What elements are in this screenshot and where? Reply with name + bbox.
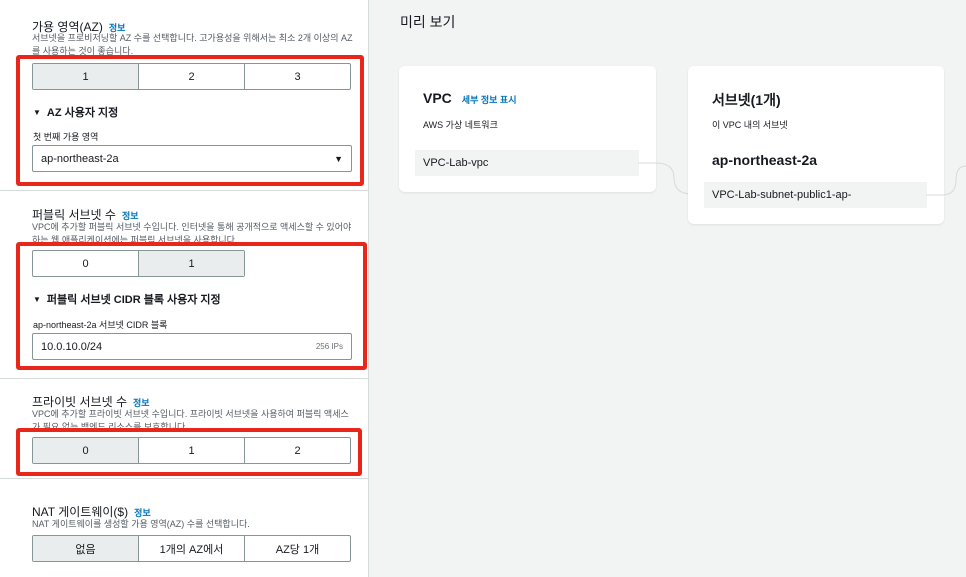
cidr-value: 10.0.10.0/24 <box>41 340 103 353</box>
az-custom-label: AZ 사용자 지정 <box>46 107 119 119</box>
caret-down-icon: ▼ <box>33 294 41 304</box>
preview-title: 미리 보기 <box>400 14 456 30</box>
private-option-1[interactable]: 1 <box>139 438 245 463</box>
az-count-segmented: 1 2 3 <box>32 63 351 90</box>
subnet-az-name: ap-northeast-2a <box>712 152 818 168</box>
nat-option-none[interactable]: 없음 <box>33 536 139 561</box>
public-description: VPC에 추가할 퍼블릭 서브넷 수입니다. 인터넷을 통해 공개적으로 액세스… <box>32 222 352 242</box>
public-cidr-expander[interactable]: ▼ 퍼블릭 서브넷 CIDR 블록 사용자 지정 <box>33 291 221 307</box>
az-section: 가용 영역(AZ) 정보 서브넷을 프로비저닝할 AZ 수를 선택합니다. 고가용… <box>0 0 368 191</box>
subnet-card: 서브넷(1개) 이 VPC 내의 서브넷 ap-northeast-2a VPC… <box>688 66 944 224</box>
first-az-value: ap-northeast-2a <box>41 152 119 165</box>
vpc-details-link[interactable]: 세부 정보 표시 <box>462 95 517 105</box>
subnet-card-subtitle: 이 VPC 내의 서브넷 <box>712 120 788 130</box>
az-description: 서브넷을 프로비저닝할 AZ 수를 선택합니다. 고가용성을 위해서는 최소 2… <box>32 33 353 56</box>
vpc-title-text: VPC <box>423 90 452 106</box>
public-info-link[interactable]: 정보 <box>122 211 139 221</box>
nat-description: NAT 게이트웨이를 생성할 가용 영역(AZ) 수를 선택합니다. <box>32 519 250 529</box>
public-subnet-section: 퍼블릭 서브넷 수 정보 VPC에 추가할 퍼블릭 서브넷 수입니다. 인터넷을 … <box>0 191 368 379</box>
nat-option-one-az[interactable]: 1개의 AZ에서 <box>139 536 245 561</box>
subnet-card-title: 서브넷(1개) <box>712 92 781 108</box>
private-option-2[interactable]: 2 <box>245 438 350 463</box>
private-info-link[interactable]: 정보 <box>133 398 150 408</box>
cidr-ip-count: 256 IPs <box>315 342 343 351</box>
private-count-segmented: 0 1 2 <box>32 437 351 464</box>
public-option-1[interactable]: 1 <box>139 251 244 276</box>
az-option-3[interactable]: 3 <box>245 64 350 89</box>
caret-down-icon: ▼ <box>33 107 41 117</box>
public-title-text: 퍼블릭 서브넷 수 <box>32 208 116 222</box>
subnet-route-connector <box>926 165 966 196</box>
vpc-card-subtitle: AWS 가상 네트워크 <box>423 120 498 130</box>
nat-section: NAT 게이트웨이($) 정보 NAT 게이트웨이를 생성할 가용 영역(AZ) … <box>0 479 368 577</box>
vpc-card: VPC 세부 정보 표시 AWS 가상 네트워크 VPC-Lab-vpc <box>399 66 656 192</box>
nat-option-per-az[interactable]: AZ당 1개 <box>245 536 350 561</box>
public-cidr-custom-label: 퍼블릭 서브넷 CIDR 블록 사용자 지정 <box>46 294 221 306</box>
private-title-text: 프라이빗 서브넷 수 <box>32 395 127 409</box>
vpc-subnet-connector <box>638 162 692 195</box>
cidr-label: ap-northeast-2a 서브넷 CIDR 블록 <box>33 320 168 330</box>
public-count-segmented: 0 1 <box>32 250 245 277</box>
private-description: VPC에 추가할 프라이빗 서브넷 수입니다. 프라이빗 서브넷을 사용하여 퍼… <box>32 409 349 428</box>
private-option-0[interactable]: 0 <box>33 438 139 463</box>
vpc-card-title: VPC 세부 정보 표시 <box>423 90 516 106</box>
cidr-input[interactable]: 10.0.10.0/24 256 IPs <box>32 333 352 360</box>
az-option-2[interactable]: 2 <box>139 64 245 89</box>
config-panel: 가용 영역(AZ) 정보 서브넷을 프로비저닝할 AZ 수를 선택합니다. 고가용… <box>0 0 369 577</box>
vpc-item[interactable]: VPC-Lab-vpc <box>415 150 639 176</box>
az-option-1[interactable]: 1 <box>33 64 139 89</box>
public-option-0[interactable]: 0 <box>33 251 139 276</box>
first-az-select[interactable]: ap-northeast-2a ▼ <box>32 145 352 172</box>
subnet-item[interactable]: VPC-Lab-subnet-public1-ap- <box>704 182 927 208</box>
nat-count-segmented: 없음 1개의 AZ에서 AZ당 1개 <box>32 535 351 562</box>
dropdown-caret-icon: ▼ <box>334 153 343 164</box>
nat-title-text: NAT 게이트웨이($) <box>32 505 129 519</box>
nat-info-link[interactable]: 정보 <box>134 508 151 518</box>
private-subnet-section: 프라이빗 서브넷 수 정보 VPC에 추가할 프라이빗 서브넷 수입니다. 프라이… <box>0 379 368 479</box>
az-custom-expander[interactable]: ▼ AZ 사용자 지정 <box>33 104 118 120</box>
first-az-label: 첫 번째 가용 영역 <box>33 132 99 142</box>
